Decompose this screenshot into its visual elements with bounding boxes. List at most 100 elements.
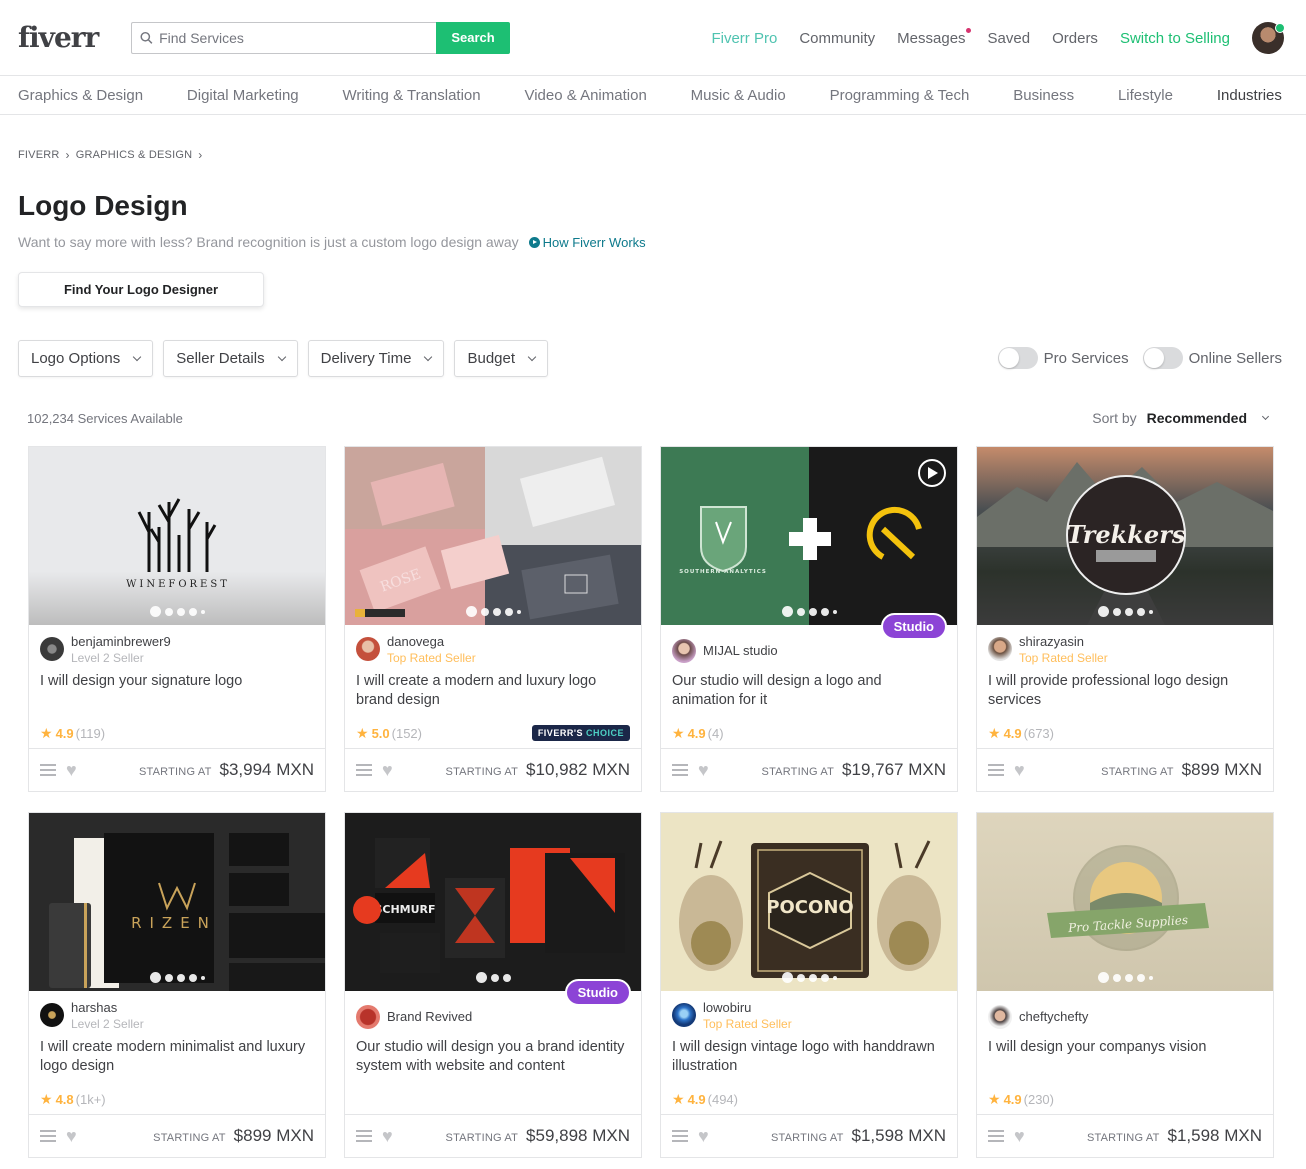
nav-saved[interactable]: Saved [988,30,1031,47]
find-logo-designer-button[interactable]: Find Your Logo Designer [18,272,264,307]
carousel-dots[interactable] [29,972,325,983]
heart-icon[interactable]: ♥ [1014,760,1025,781]
sort-dropdown[interactable]: Sort by Recommended [1092,410,1270,426]
seller-avatar[interactable] [40,637,64,661]
gig-thumbnail[interactable]: Trekkers [977,447,1273,625]
subtitle-text: Want to say more with less? Brand recogn… [18,234,519,250]
carousel-dots[interactable] [977,972,1273,983]
menu-icon[interactable] [988,1130,1004,1142]
search-button[interactable]: Search [436,21,510,54]
gig-card[interactable]: Pro Tackle Supplies cheftychefty I will … [976,812,1274,1158]
seller-avatar[interactable] [672,1003,696,1027]
gig-title[interactable]: I will design vintage logo with handdraw… [661,1033,957,1085]
seller-name[interactable]: shirazyasin [1019,634,1108,649]
thumb-text: SCHMURF [374,903,435,916]
heart-icon[interactable]: ♥ [66,760,77,781]
filter-seller-details[interactable]: Seller Details [163,340,298,377]
breadcrumb-fiverr[interactable]: FIVERR [18,149,60,161]
nav-community[interactable]: Community [799,30,875,47]
seller-name[interactable]: lowobiru [703,1000,792,1015]
gig-thumbnail[interactable]: SCHMURF [345,813,641,991]
category-programming-tech[interactable]: Programming & Tech [830,87,970,104]
category-writing-translation[interactable]: Writing & Translation [343,87,481,104]
online-sellers-toggle[interactable] [1142,347,1183,369]
gig-thumbnail[interactable]: WINEFOREST [29,447,325,625]
filter-logo-options[interactable]: Logo Options [18,340,154,377]
how-fiverr-works-link[interactable]: How Fiverr Works [528,235,646,250]
breadcrumb-graphics-design[interactable]: GRAPHICS & DESIGN [76,149,192,161]
category-lifestyle[interactable]: Lifestyle [1118,87,1173,104]
gig-card[interactable]: RIZEN harshas Level 2 Seller I will creat… [28,812,326,1158]
gig-thumbnail[interactable]: SOUTHERN ANALYTICS [661,447,957,625]
gig-thumbnail[interactable]: POCONO [661,813,957,991]
seller-name[interactable]: benjaminbrewer9 [71,634,171,649]
gig-card[interactable]: WINEFOREST benjaminbrewer9 Level 2 Seller… [28,446,326,792]
gig-card[interactable]: ROSE danovega Top Rated Seller I will cre… [344,446,642,792]
gig-title[interactable]: I will design your signature logo [29,667,325,719]
menu-icon[interactable] [356,764,372,776]
gig-thumbnail[interactable]: RIZEN [29,813,325,991]
seller-avatar[interactable] [988,1004,1012,1029]
gig-title[interactable]: I will create a modern and luxury logo b… [345,667,641,719]
seller-avatar[interactable] [356,1004,380,1029]
gig-rating: ★ 4.9 (230) [977,1085,1273,1113]
heart-icon[interactable]: ♥ [1014,1126,1025,1147]
category-music-audio[interactable]: Music & Audio [691,87,786,104]
gig-title[interactable]: I will create modern minimalist and luxu… [29,1033,325,1085]
gig-title[interactable]: Our studio will design you a brand ident… [345,1033,641,1085]
seller-avatar[interactable] [40,1003,64,1027]
menu-icon[interactable] [356,1130,372,1142]
gig-card[interactable]: SOUTHERN ANALYTICS Studio MIJAL studio O… [660,446,958,792]
seller-name[interactable]: cheftychefty [1019,1009,1088,1024]
seller-name[interactable]: MIJAL studio [703,643,778,658]
category-business[interactable]: Business [1013,87,1074,104]
seller-avatar[interactable] [672,638,696,663]
menu-icon[interactable] [40,1130,56,1142]
page-subtitle: Want to say more with less? Brand recogn… [18,234,646,250]
carousel-dots[interactable] [977,606,1273,617]
gig-title[interactable]: I will design your companys vision [977,1033,1273,1085]
filter-delivery-time[interactable]: Delivery Time [307,340,445,377]
filter-budget[interactable]: Budget [454,340,549,377]
nav-orders[interactable]: Orders [1052,30,1098,47]
gig-card[interactable]: POCONO lowobiru Top Rated Seller I will d… [660,812,958,1158]
seller-name[interactable]: Brand Revived [387,1009,472,1024]
rating-count: (4) [707,725,724,741]
price-value: $10,982 MXN [526,760,630,779]
carousel-dots[interactable] [345,606,641,617]
menu-icon[interactable] [672,764,688,776]
menu-icon[interactable] [988,764,1004,776]
user-avatar[interactable] [1252,22,1285,54]
nav-messages[interactable]: Messages [897,27,971,47]
carousel-dots[interactable] [29,606,325,617]
category-digital-marketing[interactable]: Digital Marketing [187,87,299,104]
gig-title[interactable]: Our studio will design a logo and animat… [661,667,957,719]
category-graphics-design[interactable]: Graphics & Design [18,87,143,104]
gig-title[interactable]: I will provide professional logo design … [977,667,1273,719]
seller-avatar[interactable] [988,637,1012,661]
category-video-animation[interactable]: Video & Animation [524,87,646,104]
seller-avatar[interactable] [356,637,380,661]
heart-icon[interactable]: ♥ [382,760,393,781]
heart-icon[interactable]: ♥ [66,1126,77,1147]
pro-services-toggle[interactable] [997,347,1038,369]
heart-icon[interactable]: ♥ [698,1126,709,1147]
rating-value: 4.9 [1003,725,1022,741]
fiverr-logo[interactable]: fiverr [18,21,131,54]
search-field[interactable] [131,21,436,54]
gig-thumbnail[interactable]: Pro Tackle Supplies [977,813,1273,991]
category-industries[interactable]: Industries [1217,87,1282,104]
gig-card[interactable]: Trekkers shirazyasin Top Rated Seller I w… [976,446,1274,792]
gig-card[interactable]: SCHMURF Studio Brand Revived Our studio … [344,812,642,1158]
menu-icon[interactable] [672,1130,688,1142]
nav-switch-to-selling[interactable]: Switch to Selling [1120,30,1230,47]
gig-thumbnail[interactable]: ROSE [345,447,641,625]
heart-icon[interactable]: ♥ [698,760,709,781]
carousel-dots[interactable] [661,972,957,983]
seller-name[interactable]: danovega [387,634,476,649]
nav-fiverr-pro[interactable]: Fiverr Pro [711,30,777,47]
seller-name[interactable]: harshas [71,1000,144,1015]
menu-icon[interactable] [40,764,56,776]
heart-icon[interactable]: ♥ [382,1126,393,1147]
search-input[interactable] [159,29,436,46]
